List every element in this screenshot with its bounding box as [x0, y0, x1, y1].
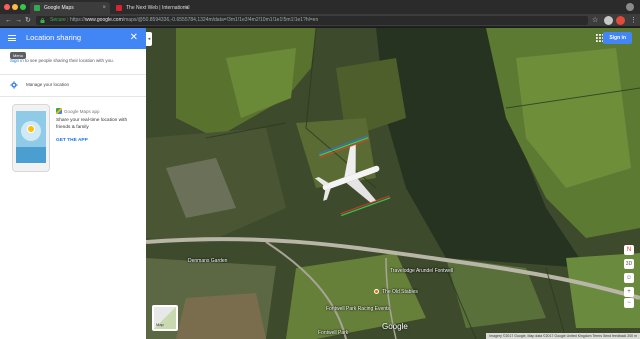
place-label[interactable]: Travelodge Arundel Fontwell — [390, 268, 453, 274]
forward-icon[interactable]: → — [15, 15, 22, 26]
phone-illustration — [12, 104, 50, 172]
tab-google-maps[interactable]: Google Maps × — [30, 2, 110, 14]
divider — [0, 74, 146, 75]
url-scheme: https:// — [69, 17, 85, 23]
tilt-3d-button[interactable]: 3D — [624, 259, 634, 269]
zoom-in-button[interactable]: + — [624, 287, 634, 297]
map-controls: N 3D ☺ + − — [624, 245, 634, 325]
browser-menu-icon[interactable]: ⋮ — [630, 15, 637, 26]
tab-the-next-web[interactable]: The Next Web | International × — [112, 2, 192, 14]
app-name: Google Maps app — [64, 109, 100, 114]
google-maps-favicon-icon — [34, 5, 40, 11]
manage-location-label: Manage your location — [26, 82, 70, 87]
close-tab-icon[interactable]: × — [102, 2, 106, 14]
close-icon[interactable]: ✕ — [130, 31, 138, 45]
get-the-app-link[interactable]: GET THE APP — [56, 138, 88, 143]
signin-prompt-text: to see people sharing their location wit… — [23, 58, 114, 63]
map-sign-in-button[interactable]: Sign in — [603, 32, 632, 44]
tnw-favicon-icon — [116, 5, 122, 11]
pegman-icon[interactable]: ☺ — [624, 273, 634, 283]
google-logo: Google — [382, 322, 408, 331]
google-maps-app-icon — [56, 108, 62, 114]
signin-prompt: Sign in to see people sharing their loca… — [10, 58, 114, 63]
map-type-thumbnail[interactable]: Map — [152, 305, 178, 331]
divider — [0, 96, 146, 97]
app-name-row: Google Maps app — [56, 108, 100, 114]
address-bar: ← → ↻ Secure | https://www.google.com/ma… — [0, 14, 640, 27]
close-tab-icon[interactable]: × — [184, 2, 188, 14]
promo-text: Share your real-time location with frien… — [56, 118, 128, 130]
compass-icon[interactable]: N — [624, 245, 634, 255]
location-pin-icon — [27, 125, 35, 133]
close-window-button[interactable] — [4, 4, 10, 10]
zoom-out-button[interactable]: − — [624, 298, 634, 308]
url-path: /maps/@50.8594336,-0.6555784,1324m/data=… — [122, 17, 319, 23]
place-label[interactable]: The Old Stables — [382, 289, 418, 295]
place-label[interactable]: Denmans Garden — [188, 258, 227, 264]
menu-icon[interactable] — [8, 35, 16, 41]
tab-title: The Next Web | International — [126, 5, 190, 11]
satellite-map[interactable]: ◂ Sign in Denmans Garden Fontwell Park R… — [146, 28, 640, 339]
place-label[interactable]: Fontwell Park — [318, 330, 348, 336]
url-host: www.google.com — [84, 17, 123, 23]
minimize-window-button[interactable] — [12, 4, 18, 10]
profile-icon[interactable] — [626, 3, 634, 11]
place-label[interactable]: Fontwell Park Racing Events — [326, 306, 390, 312]
bookmark-star-icon[interactable]: ☆ — [592, 15, 598, 26]
location-sharing-panel: Location sharing ✕ Menu Sign in to see p… — [0, 28, 146, 339]
zoom-window-button[interactable] — [20, 4, 26, 10]
reload-icon[interactable]: ↻ — [25, 15, 31, 26]
place-pin-icon[interactable] — [374, 289, 379, 294]
signin-link[interactable]: Sign in — [10, 58, 24, 63]
secure-label: Secure — [50, 17, 66, 23]
extension-icon[interactable] — [616, 16, 625, 25]
map-attribution: Imagery ©2017 Google, Map data ©2017 Goo… — [486, 333, 640, 339]
manage-location-row[interactable]: Manage your location — [0, 78, 146, 92]
browser-tab-bar: Google Maps × The Next Web | Internation… — [0, 0, 640, 14]
panel-title: Location sharing — [26, 33, 82, 42]
collapse-panel-button[interactable]: ◂ — [146, 32, 152, 46]
url-field[interactable]: Secure | https://www.google.com/maps/@50… — [36, 16, 588, 25]
extension-icon[interactable] — [604, 16, 613, 25]
panel-header: Location sharing ✕ — [0, 28, 146, 49]
app-promo-card: Google Maps app Share your real-time loc… — [8, 100, 138, 180]
tab-title: Google Maps — [44, 5, 74, 11]
gear-icon — [10, 81, 18, 89]
lock-icon — [40, 18, 45, 23]
back-icon[interactable]: ← — [5, 15, 12, 26]
map-type-label: Map — [156, 322, 164, 327]
